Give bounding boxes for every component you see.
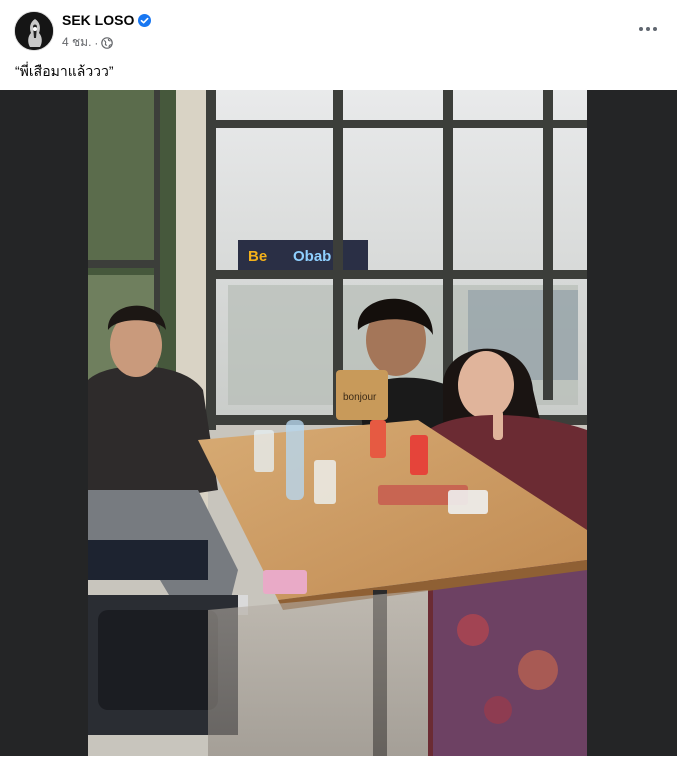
post-caption: “พี่เสือมาแล้ววว” <box>15 63 114 79</box>
post-header: SEK LOSO 4 ชม. · <box>0 0 677 60</box>
author-name[interactable]: SEK LOSO <box>62 12 134 28</box>
globe-icon[interactable] <box>101 36 114 49</box>
post-photo[interactable]: Be Obab bonjour <box>88 90 587 756</box>
post-bottom-strip <box>0 756 677 761</box>
post-media[interactable]: Be Obab bonjour <box>0 90 677 756</box>
verified-badge-icon <box>138 13 152 27</box>
store-sign-left: Be <box>248 248 267 265</box>
more-options-icon[interactable] <box>633 16 663 42</box>
bag-label: bonjour <box>343 392 377 403</box>
store-sign-right: Obab <box>293 248 331 265</box>
post-meta: 4 ชม. · <box>62 33 114 52</box>
author-avatar[interactable] <box>14 11 54 51</box>
post-time[interactable]: 4 ชม. <box>62 33 91 52</box>
meta-separator: · <box>94 35 99 50</box>
author-name-row: SEK LOSO <box>62 12 152 28</box>
